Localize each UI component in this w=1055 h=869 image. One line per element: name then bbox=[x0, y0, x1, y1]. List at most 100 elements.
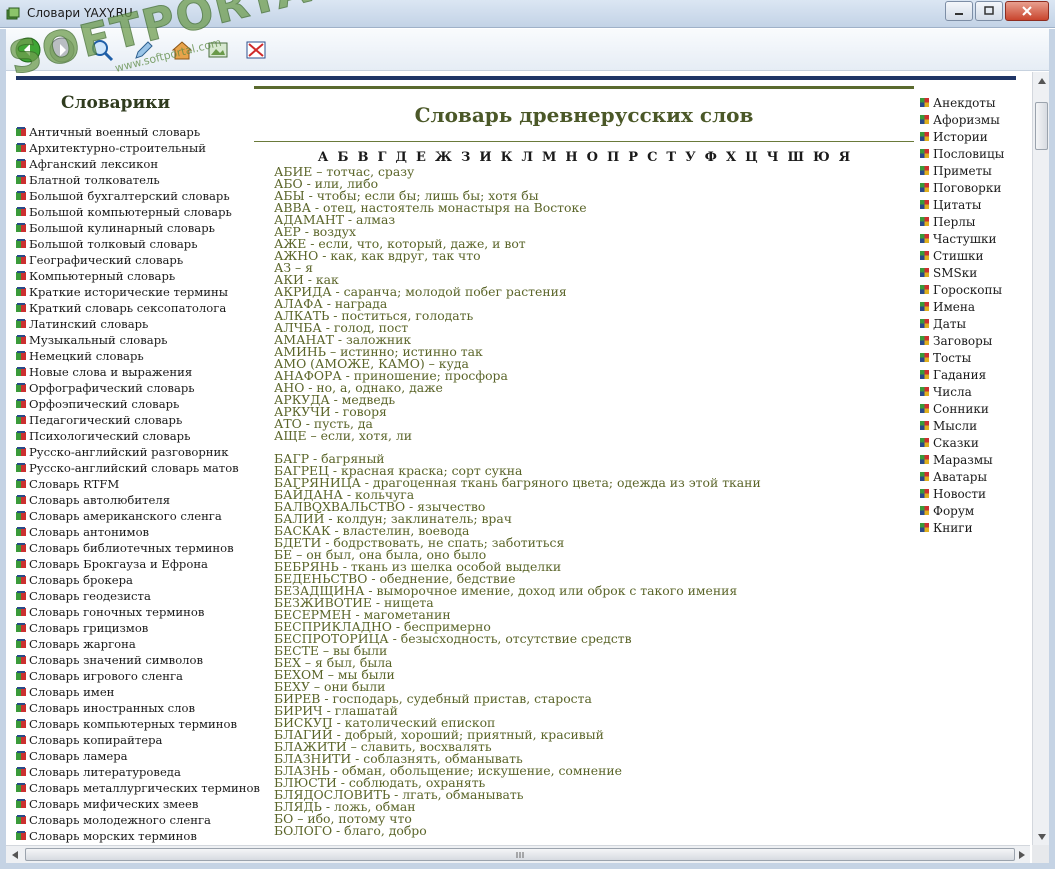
alphabet-letter-link[interactable]: И bbox=[479, 150, 491, 166]
sidebar-item-dictionary[interactable]: Большой толковый словарь bbox=[16, 236, 256, 252]
alphabet-letter-link[interactable]: Ю bbox=[813, 150, 830, 166]
sidebar-item-dictionary[interactable]: Русско-английский разговорник bbox=[16, 444, 256, 460]
alphabet-letter-link[interactable]: Я bbox=[839, 150, 850, 166]
alphabet-letter-link[interactable]: Ж bbox=[435, 150, 452, 166]
section-link[interactable]: Заговоры bbox=[920, 332, 1020, 349]
sidebar-item-dictionary[interactable]: Словарь мифических змеев bbox=[16, 796, 256, 812]
section-link[interactable]: Частушки bbox=[920, 230, 1020, 247]
vertical-scroll-thumb[interactable] bbox=[1035, 102, 1048, 150]
sidebar-item-dictionary[interactable]: Орфоэпический словарь bbox=[16, 396, 256, 412]
section-link[interactable]: Новости bbox=[920, 485, 1020, 502]
section-link[interactable]: Анекдоты bbox=[920, 94, 1020, 111]
sidebar-item-dictionary[interactable]: Краткие исторические термины bbox=[16, 284, 256, 300]
alphabet-letter-link[interactable]: Х bbox=[726, 150, 736, 166]
section-link[interactable]: Стишки bbox=[920, 247, 1020, 264]
sidebar-item-dictionary[interactable]: Краткий словарь сексопатолога bbox=[16, 300, 256, 316]
sidebar-item-dictionary[interactable]: Словарь автолюбителя bbox=[16, 492, 256, 508]
sidebar-item-dictionary[interactable]: Словарь библиотечных терминов bbox=[16, 540, 256, 556]
sidebar-item-dictionary[interactable]: Словарь компьютерных терминов bbox=[16, 716, 256, 732]
sidebar-item-dictionary[interactable]: Словарь ламера bbox=[16, 748, 256, 764]
section-link[interactable]: Перлы bbox=[920, 213, 1020, 230]
sidebar-item-dictionary[interactable]: Латинский словарь bbox=[16, 316, 256, 332]
section-link[interactable]: Истории bbox=[920, 128, 1020, 145]
sidebar-item-dictionary[interactable]: Словарь иностранных слов bbox=[16, 700, 256, 716]
scroll-right-button[interactable] bbox=[1013, 846, 1030, 863]
sidebar-item-dictionary[interactable]: Новые слова и выражения bbox=[16, 364, 256, 380]
sidebar-item-dictionary[interactable]: Словарь грицизмов bbox=[16, 620, 256, 636]
sidebar-item-dictionary[interactable]: Психологический словарь bbox=[16, 428, 256, 444]
section-link[interactable]: Афоризмы bbox=[920, 111, 1020, 128]
minimize-button[interactable] bbox=[945, 1, 973, 21]
sidebar-item-dictionary[interactable]: Педагогический словарь bbox=[16, 412, 256, 428]
section-link[interactable]: Гадания bbox=[920, 366, 1020, 383]
section-link[interactable]: Мысли bbox=[920, 417, 1020, 434]
section-link[interactable]: SMSки bbox=[920, 264, 1020, 281]
sidebar-item-dictionary[interactable]: Словарь игрового сленга bbox=[16, 668, 256, 684]
chart-button[interactable] bbox=[242, 36, 270, 64]
sidebar-item-dictionary[interactable]: Словарь жаргона bbox=[16, 636, 256, 652]
sidebar-item-dictionary[interactable]: Словарь американского сленга bbox=[16, 508, 256, 524]
section-link[interactable]: Цитаты bbox=[920, 196, 1020, 213]
alphabet-letter-link[interactable]: У bbox=[685, 150, 696, 166]
alphabet-letter-link[interactable]: С bbox=[647, 150, 657, 166]
sidebar-item-dictionary[interactable]: Блатной толкователь bbox=[16, 172, 256, 188]
alphabet-letter-link[interactable]: Л bbox=[521, 150, 533, 166]
alphabet-letter-link[interactable]: К bbox=[501, 150, 513, 166]
image-button[interactable] bbox=[204, 36, 232, 64]
forward-button[interactable] bbox=[48, 36, 76, 64]
section-link[interactable]: Числа bbox=[920, 383, 1020, 400]
alphabet-letter-link[interactable]: З bbox=[461, 150, 470, 166]
alphabet-letter-link[interactable]: Н bbox=[565, 150, 577, 166]
section-link[interactable]: Поговорки bbox=[920, 179, 1020, 196]
sidebar-item-dictionary[interactable]: Словарь RTFM bbox=[16, 476, 256, 492]
sidebar-item-dictionary[interactable]: Словарь геодезиста bbox=[16, 588, 256, 604]
section-link[interactable]: Приметы bbox=[920, 162, 1020, 179]
section-link[interactable]: Форум bbox=[920, 502, 1020, 519]
section-link[interactable]: Имена bbox=[920, 298, 1020, 315]
back-button[interactable] bbox=[14, 36, 42, 64]
scroll-up-button[interactable] bbox=[1033, 72, 1050, 89]
sidebar-item-dictionary[interactable]: Русско-английский словарь матов bbox=[16, 460, 256, 476]
section-link[interactable]: Тосты bbox=[920, 349, 1020, 366]
search-button[interactable] bbox=[88, 36, 116, 64]
sidebar-item-dictionary[interactable]: Большой кулинарный словарь bbox=[16, 220, 256, 236]
alphabet-letter-link[interactable]: Ч bbox=[767, 150, 779, 166]
sidebar-item-dictionary[interactable]: Словарь Брокгауза и Ефрона bbox=[16, 556, 256, 572]
vertical-scrollbar[interactable] bbox=[1032, 72, 1049, 845]
alphabet-letter-link[interactable]: Ф bbox=[705, 150, 717, 166]
alphabet-letter-link[interactable]: П bbox=[607, 150, 619, 166]
sidebar-item-dictionary[interactable]: Словарь имен bbox=[16, 684, 256, 700]
sidebar-item-dictionary[interactable]: Словарь гоночных терминов bbox=[16, 604, 256, 620]
section-link[interactable]: Сонники bbox=[920, 400, 1020, 417]
section-link[interactable]: Аватары bbox=[920, 468, 1020, 485]
horizontal-scrollbar[interactable] bbox=[6, 845, 1030, 863]
sidebar-item-dictionary[interactable]: Словарь морских терминов bbox=[16, 828, 256, 844]
sidebar-item-dictionary[interactable]: Архитектурно-строительный bbox=[16, 140, 256, 156]
section-link[interactable]: Сказки bbox=[920, 434, 1020, 451]
sidebar-item-dictionary[interactable]: Словарь брокера bbox=[16, 572, 256, 588]
section-link[interactable]: Пословицы bbox=[920, 145, 1020, 162]
section-link[interactable]: Гороскопы bbox=[920, 281, 1020, 298]
sidebar-item-dictionary[interactable]: Словарь значений символов bbox=[16, 652, 256, 668]
sidebar-item-dictionary[interactable]: Орфографический словарь bbox=[16, 380, 256, 396]
sidebar-item-dictionary[interactable]: Словарь копирайтера bbox=[16, 732, 256, 748]
sidebar-item-dictionary[interactable]: Большой бухгалтерский словарь bbox=[16, 188, 256, 204]
alphabet-letter-link[interactable]: М bbox=[542, 150, 556, 166]
sidebar-item-dictionary[interactable]: Афганский лексикон bbox=[16, 156, 256, 172]
scroll-left-button[interactable] bbox=[6, 846, 23, 863]
alphabet-letter-link[interactable]: Е bbox=[416, 150, 426, 166]
sidebar-item-dictionary[interactable]: Словарь антонимов bbox=[16, 524, 256, 540]
horizontal-scroll-thumb[interactable] bbox=[25, 848, 1015, 861]
sidebar-item-dictionary[interactable]: Словарь металлургических терминов bbox=[16, 780, 260, 796]
alphabet-letter-link[interactable]: Т bbox=[666, 150, 676, 166]
scroll-down-button[interactable] bbox=[1033, 828, 1050, 845]
section-link[interactable]: Даты bbox=[920, 315, 1020, 332]
alphabet-letter-link[interactable]: Ц bbox=[745, 150, 758, 166]
alphabet-letter-link[interactable]: Ш bbox=[788, 150, 805, 166]
section-link[interactable]: Маразмы bbox=[920, 451, 1020, 468]
sidebar-item-dictionary[interactable]: Словарь литературоведа bbox=[16, 764, 256, 780]
section-link[interactable]: Книги bbox=[920, 519, 1020, 536]
sidebar-item-dictionary[interactable]: Музыкальный словарь bbox=[16, 332, 256, 348]
alphabet-letter-link[interactable]: Р bbox=[628, 150, 638, 166]
sidebar-item-dictionary[interactable]: Античный военный словарь bbox=[16, 124, 256, 140]
